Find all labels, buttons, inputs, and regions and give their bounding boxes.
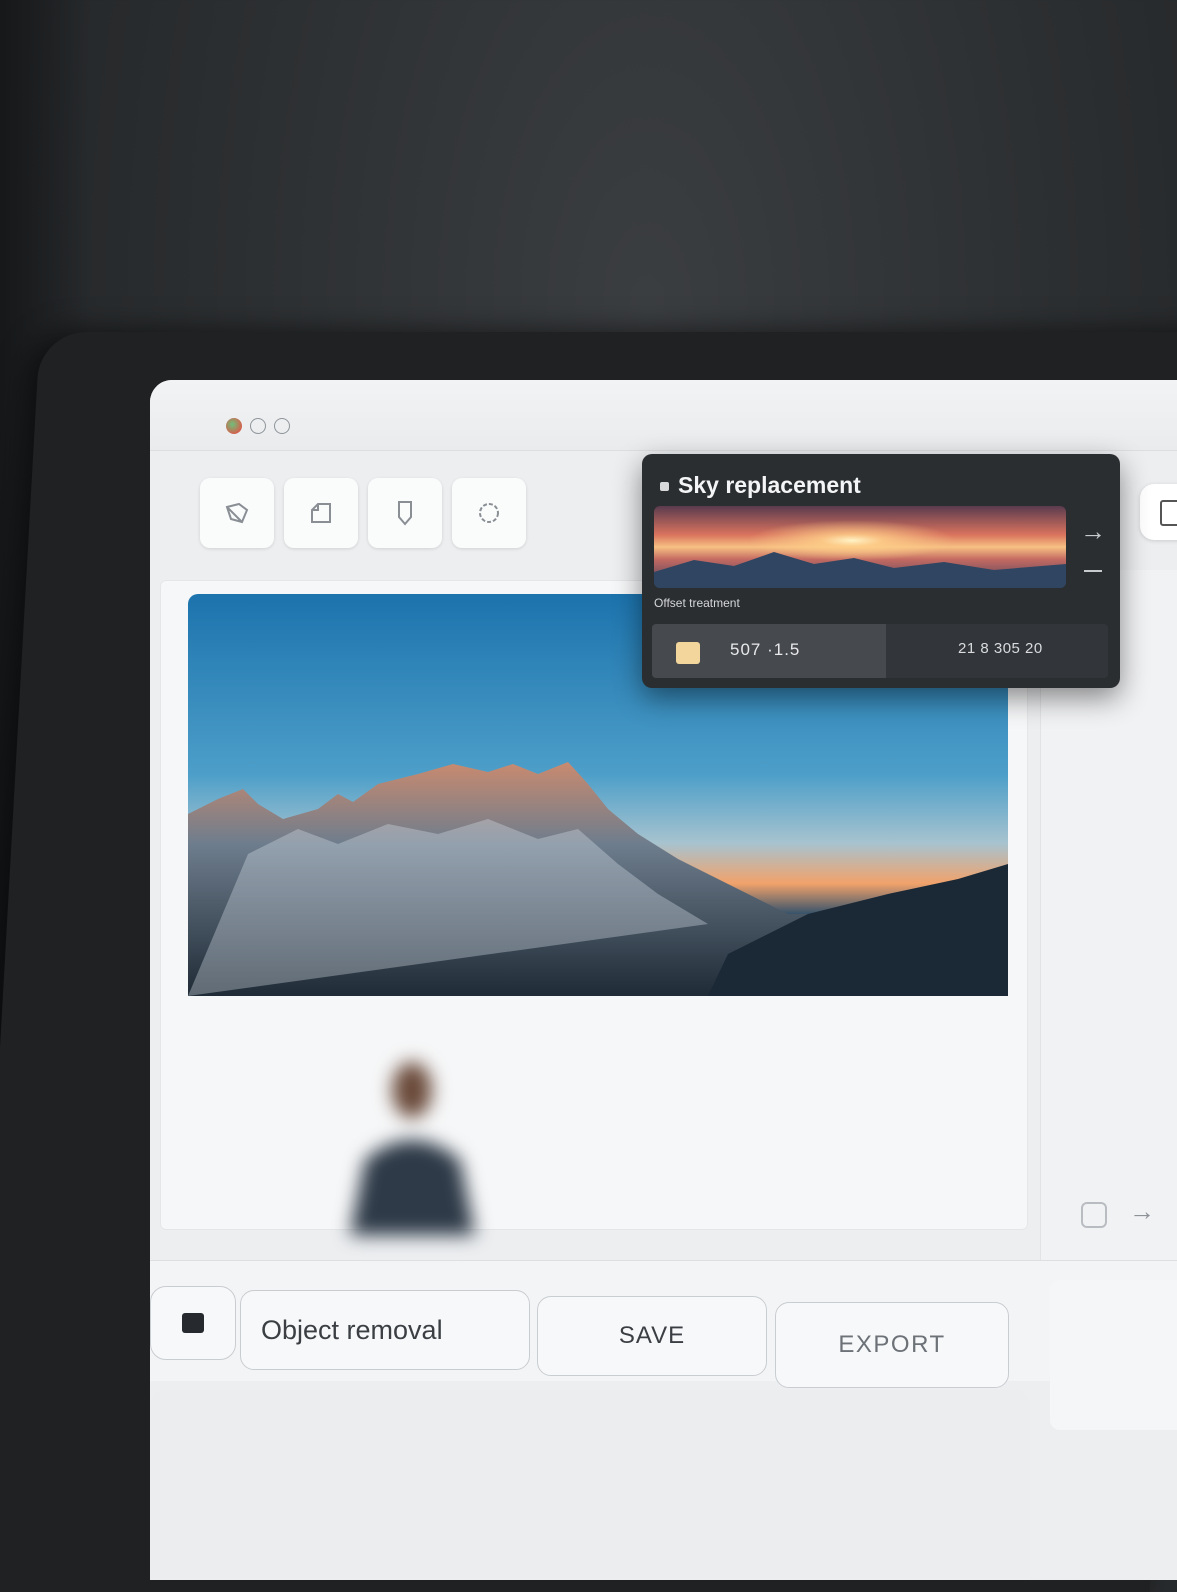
minimize-button[interactable]	[250, 418, 266, 434]
save-button[interactable]: SAVE	[537, 1296, 767, 1376]
frame-icon[interactable]	[1081, 1202, 1107, 1228]
panel-caption: Offset treatment	[654, 596, 740, 610]
apply-arrow-icon[interactable]: →	[1080, 516, 1106, 547]
color-swatch[interactable]	[676, 642, 700, 664]
stop-square-icon	[182, 1313, 204, 1333]
panel-title: Sky replacement	[678, 472, 861, 498]
export-button[interactable]: EXPORT	[775, 1302, 1009, 1388]
blurred-person	[320, 1050, 490, 1235]
export-label: EXPORT	[838, 1331, 946, 1358]
collapse-minus-icon[interactable]	[1084, 570, 1102, 572]
value-field-right[interactable]: 21 8 305 20	[886, 624, 1108, 678]
page-icon	[311, 503, 331, 523]
arrow-right-icon[interactable]: →	[1129, 1196, 1155, 1227]
right-panel-button[interactable]	[1140, 484, 1177, 540]
value-field-left[interactable]: 507 ·1.5	[652, 624, 886, 678]
close-button[interactable]	[226, 418, 242, 434]
circle-icon	[479, 503, 499, 523]
mask-tool-button[interactable]	[368, 478, 442, 548]
circle-tool-button[interactable]	[452, 478, 526, 548]
mask-icon	[398, 501, 412, 526]
sky-replacement-panel: Sky replacement → Offset treatment 507 ·…	[642, 454, 1120, 688]
page-tool-button[interactable]	[284, 478, 358, 548]
sky-values-row: 507 ·1.5 21 8 305 20	[652, 624, 1108, 678]
object-removal-button[interactable]: Object removal	[240, 1290, 530, 1370]
title-bar	[150, 380, 1177, 451]
sky-preview-thumbnail[interactable]	[654, 506, 1066, 588]
save-label: SAVE	[618, 1322, 686, 1349]
lasso-tool-button[interactable]	[200, 478, 274, 548]
lower-panel	[150, 1390, 1030, 1580]
maximize-button[interactable]	[274, 418, 290, 434]
value-left-text: 507 ·1.5	[730, 640, 801, 659]
lower-right-panel	[1050, 1280, 1177, 1430]
object-removal-label: Object removal	[261, 1314, 443, 1345]
value-right-text: 21 8 305 20	[958, 640, 1043, 657]
lasso-icon	[225, 502, 249, 524]
stop-button[interactable]	[150, 1286, 236, 1360]
